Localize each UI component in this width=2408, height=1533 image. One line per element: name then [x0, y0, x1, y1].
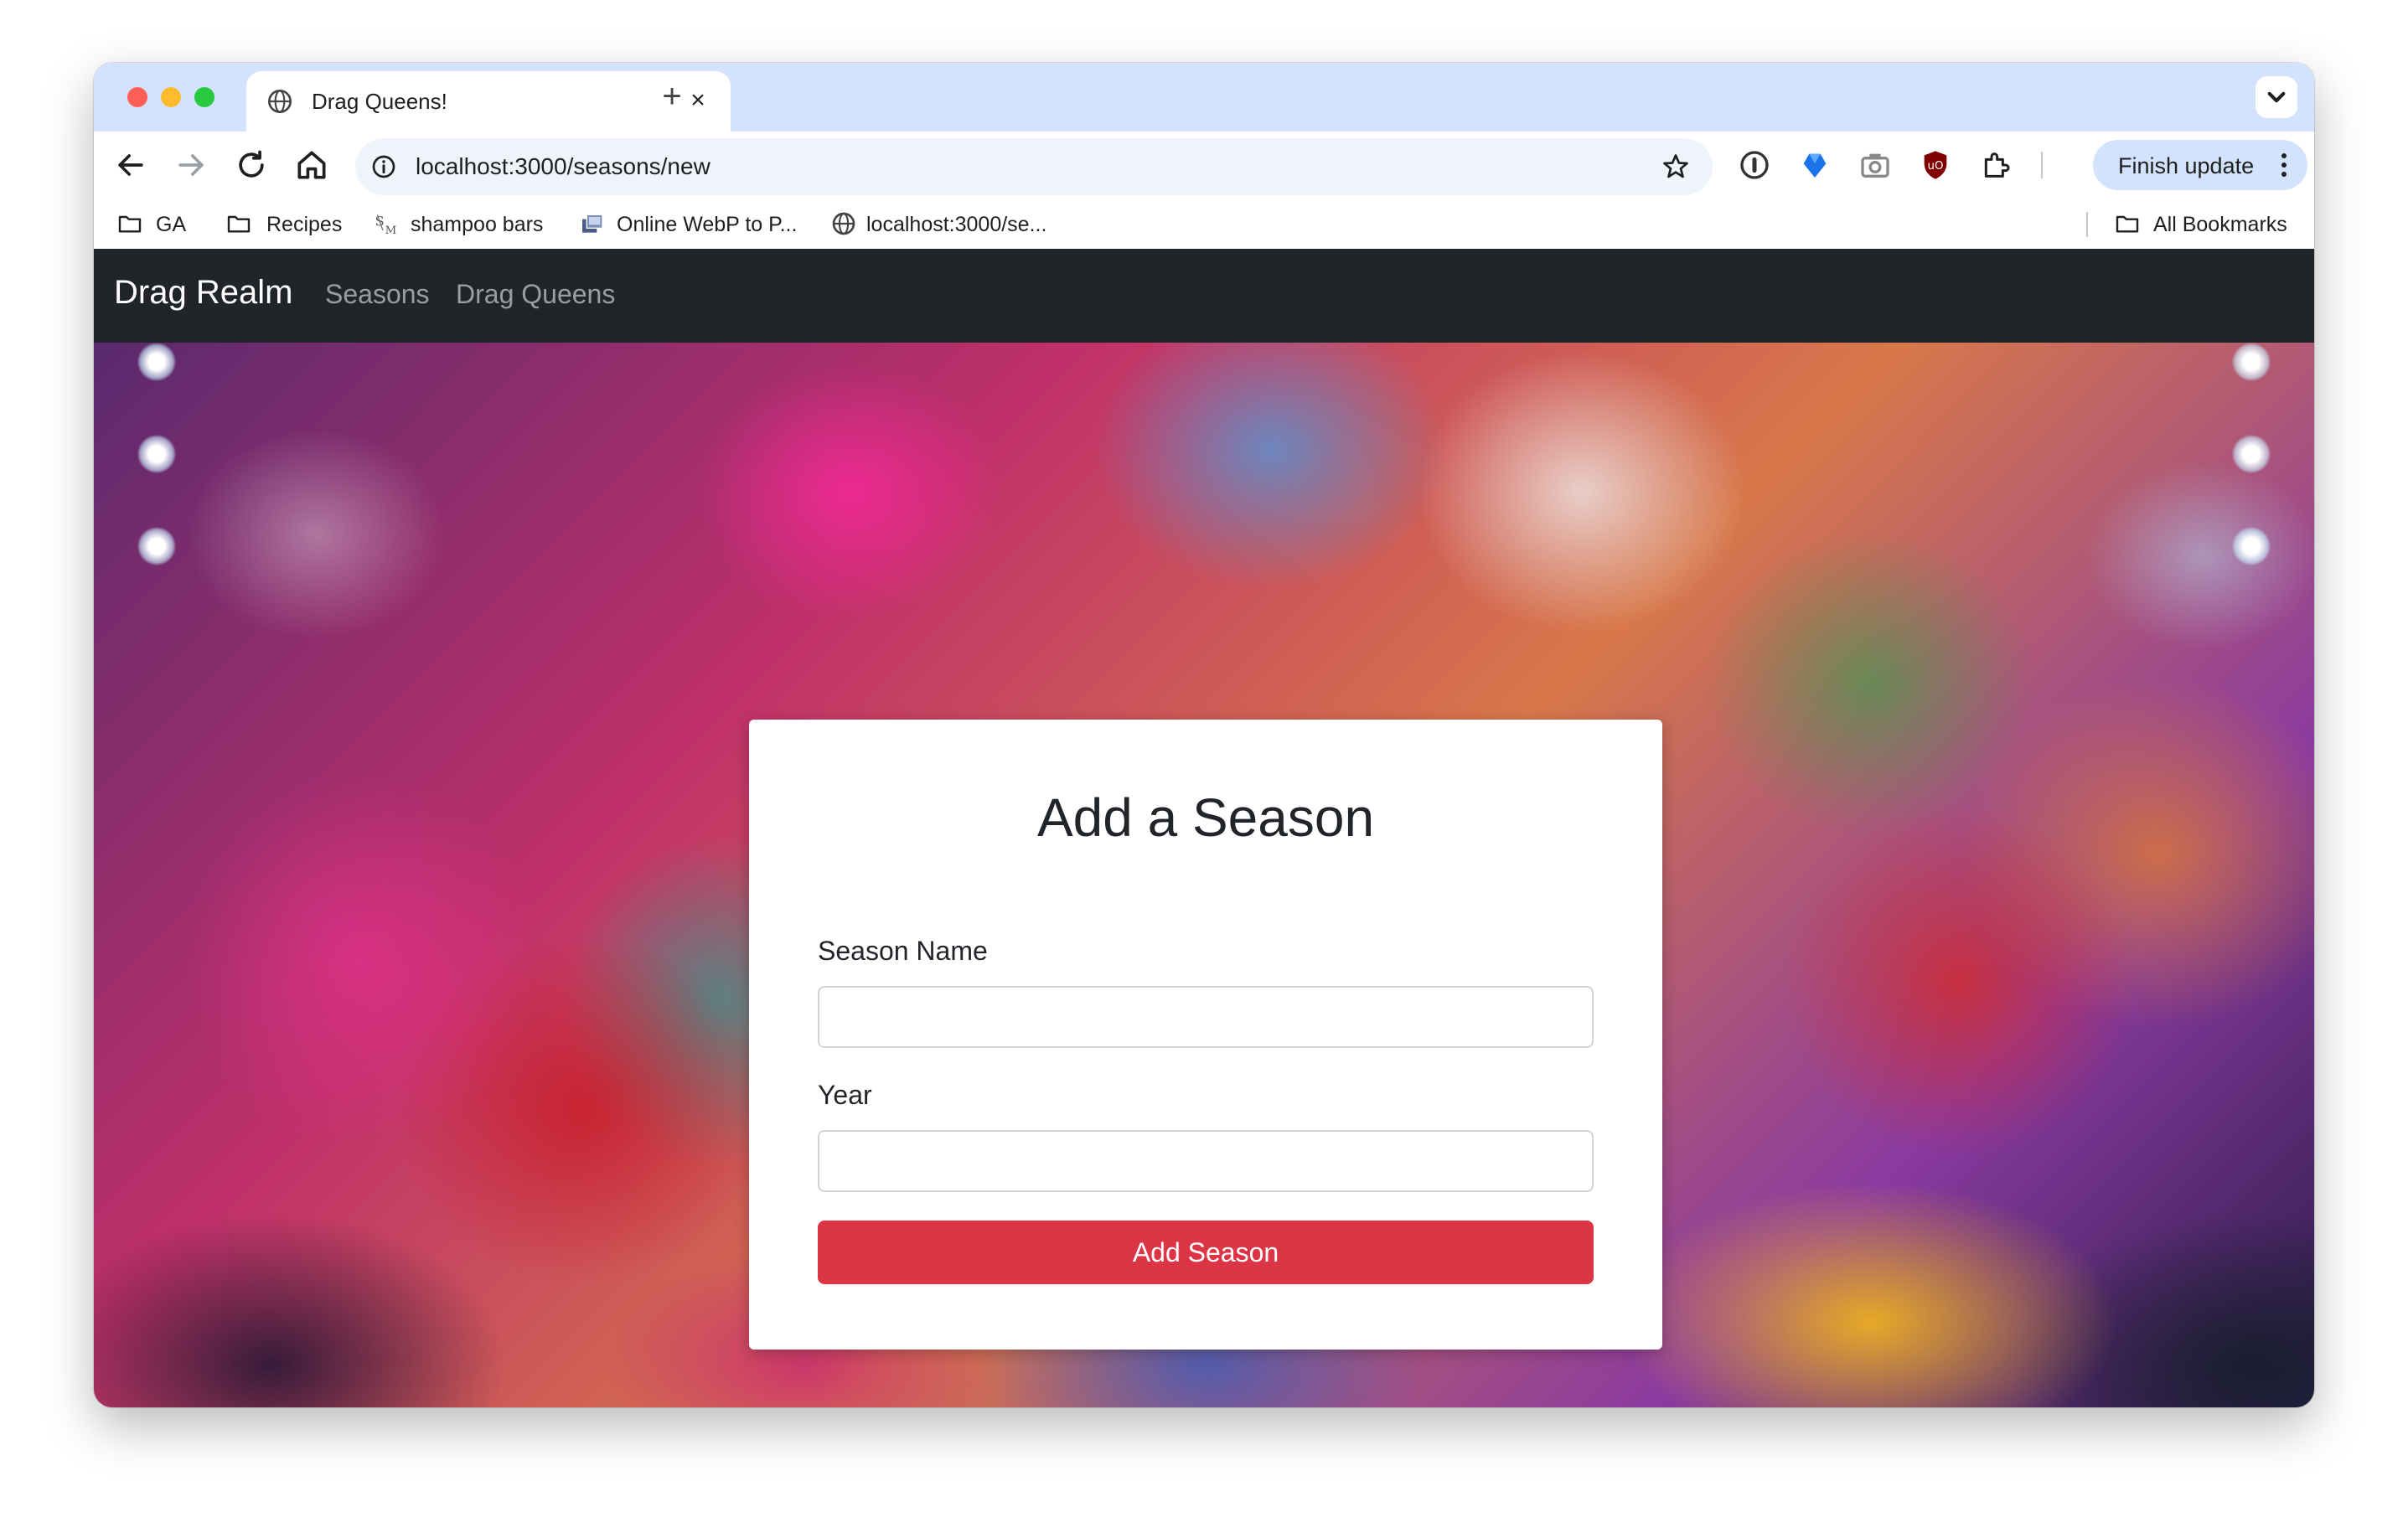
bookmark-label: Online WebP to P... [617, 213, 798, 236]
bookmark-online-webp[interactable]: Online WebP to P... [578, 209, 829, 239]
shampoo-bars-favicon: S M [375, 214, 397, 237]
browser-toolbar: localhost:3000/seasons/new uO Finish upd… [94, 132, 2314, 199]
url-text: localhost:3000/seasons/new [416, 153, 711, 179]
svg-text:uO: uO [1928, 160, 1944, 173]
nav-link-seasons[interactable]: Seasons [325, 279, 430, 310]
bookmark-label: shampoo bars [411, 213, 544, 236]
folder-icon [227, 215, 251, 233]
forward-arrow-icon[interactable] [173, 147, 209, 183]
close-window-button[interactable] [127, 87, 147, 107]
all-bookmarks-button[interactable]: All Bookmarks [2113, 209, 2306, 239]
bookmark-star-icon[interactable] [1661, 152, 1691, 182]
finish-update-label: Finish update [2118, 153, 2255, 178]
season-name-label: Season Name [818, 936, 988, 966]
all-bookmarks-label: All Bookmarks [2153, 213, 2287, 236]
nav-link-drag-queens[interactable]: Drag Queens [456, 279, 615, 310]
heart-extension-icon[interactable] [1798, 148, 1832, 182]
stage-light [2232, 343, 2271, 381]
folder-icon [2116, 215, 2139, 233]
webp-converter-favicon [582, 214, 603, 233]
new-tab-button[interactable]: + [655, 80, 689, 113]
toolbar-separator [2041, 152, 2043, 178]
extensions-puzzle-icon[interactable] [1979, 148, 2013, 182]
finish-update-button[interactable]: Finish update [2093, 140, 2307, 190]
bookmarks-separator [2086, 212, 2088, 237]
more-vert-icon [2281, 153, 2287, 177]
add-season-button[interactable]: Add Season [818, 1221, 1594, 1284]
hero-background-image: Add a Season Season Name Year Add Season [94, 343, 2314, 1407]
tab-title: Drag Queens! [312, 89, 447, 114]
site-info-icon[interactable] [370, 153, 397, 180]
password-manager-extension-icon[interactable] [1738, 148, 1771, 182]
folder-icon [118, 215, 142, 233]
bookmark-recipes[interactable]: Recipes [225, 209, 367, 239]
stage-light [137, 343, 176, 381]
add-season-button-label: Add Season [1132, 1237, 1279, 1267]
bookmark-label: localhost:3000/se... [866, 213, 1047, 236]
globe-icon [832, 212, 855, 235]
add-season-form-card: Add a Season Season Name Year Add Season [749, 720, 1662, 1350]
address-bar[interactable]: localhost:3000/seasons/new [355, 138, 1713, 195]
site-navbar: Drag Realm Seasons Drag Queens [94, 249, 2314, 343]
page-viewport: Drag Realm Seasons Drag Queens Add a Sea… [94, 249, 2314, 1407]
season-name-input[interactable] [818, 986, 1594, 1048]
bookmark-label: Recipes [266, 213, 343, 236]
brand-link[interactable]: Drag Realm [114, 274, 292, 312]
form-title: Add a Season [1036, 787, 1375, 848]
home-icon[interactable] [293, 147, 330, 183]
chevron-down-icon [2267, 91, 2286, 103]
stage-light [2232, 527, 2271, 565]
minimize-window-button[interactable] [161, 87, 181, 107]
year-input[interactable] [818, 1130, 1594, 1192]
bookmark-ga[interactable]: GA [116, 209, 199, 239]
bookmarks-bar: GA Recipes S M shampoo bars Online WebP … [94, 199, 2314, 249]
ublock-shield-icon[interactable]: uO [1919, 148, 1952, 182]
camera-icon[interactable] [1858, 148, 1892, 182]
reload-icon[interactable] [233, 147, 270, 183]
maximize-window-button[interactable] [194, 87, 214, 107]
bookmark-shampoo-bars[interactable]: S M shampoo bars [372, 209, 565, 239]
year-label: Year [818, 1080, 872, 1110]
back-arrow-icon[interactable] [112, 147, 149, 183]
stage-light [2232, 435, 2271, 473]
globe-icon [268, 90, 292, 113]
browser-window: Drag Queens! × + localhost:3000/seasons/… [94, 63, 2314, 1407]
tab-strip: Drag Queens! × + [94, 63, 2314, 132]
stage-light [137, 527, 176, 565]
bookmark-localhost[interactable]: localhost:3000/se... [829, 209, 1081, 239]
bookmark-label: GA [156, 213, 187, 236]
tab-search-button[interactable] [2256, 76, 2297, 118]
svg-text:M: M [385, 225, 397, 237]
stage-light [137, 435, 176, 473]
